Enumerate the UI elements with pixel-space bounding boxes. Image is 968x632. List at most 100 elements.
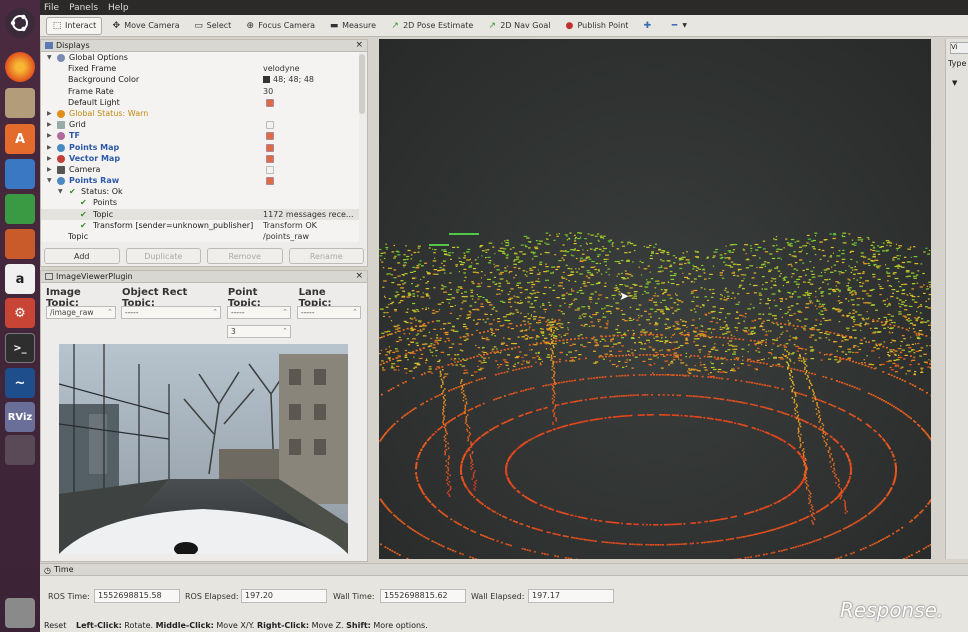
wall-elapsed-field[interactable]: 197.17 — [528, 589, 614, 603]
trash-icon[interactable] — [5, 598, 35, 628]
pose-arrow-icon: ↗ — [391, 20, 399, 31]
default-light-checkbox[interactable] — [266, 98, 274, 107]
rename-button[interactable]: Rename — [288, 248, 364, 264]
collapse-arrow-icon[interactable]: ▶ — [47, 142, 52, 153]
panel-title: Displays — [56, 41, 90, 50]
vector-map-checkbox[interactable] — [266, 154, 274, 163]
lane-topic-select[interactable]: ----- — [297, 306, 361, 319]
tool-select[interactable]: ▭ Select — [189, 17, 237, 35]
collapse-arrow-icon[interactable]: ▶ — [47, 119, 52, 130]
3d-view[interactable]: ➤ — [379, 39, 931, 559]
terminal-icon[interactable]: >_ — [5, 333, 35, 363]
ubuntu-logo-icon[interactable] — [5, 8, 35, 38]
watermark-logo: Response. — [840, 598, 944, 622]
tree-row-topic[interactable]: Topic /points_raw — [41, 231, 359, 242]
points-map-checkbox[interactable] — [266, 143, 274, 152]
tree-row-transform[interactable]: ✔ Transform [sender=unknown_publisher] T… — [41, 220, 359, 231]
impress-icon[interactable] — [5, 229, 35, 259]
settings-icon[interactable]: ⚙ — [5, 298, 35, 328]
color-swatch[interactable] — [263, 76, 270, 84]
tree-row-global-status[interactable]: ▶ Global Status: Warn — [41, 108, 359, 119]
tool-publish-point[interactable]: ● Publish Point — [559, 17, 633, 35]
camera-checkbox[interactable] — [266, 165, 274, 174]
writer-icon[interactable] — [5, 159, 35, 189]
remove-button[interactable]: Remove — [207, 248, 283, 264]
system-monitor-icon[interactable]: ~ — [5, 368, 35, 398]
menu-file[interactable]: File — [44, 3, 59, 13]
tree-row-grid[interactable]: ▶ Grid — [41, 119, 359, 130]
tree-row-camera[interactable]: ▶ Camera — [41, 164, 359, 175]
duplicate-button[interactable]: Duplicate — [125, 248, 201, 264]
image-viewer-title-bar: ImageViewerPlugin × — [41, 271, 367, 283]
close-icon[interactable]: × — [355, 40, 363, 50]
point-cloud — [379, 232, 931, 559]
tree-row-topic-status[interactable]: ✔ Topic 1172 messages rece... — [41, 208, 359, 220]
focus-icon: ⊕ — [246, 20, 255, 31]
tool-2d-pose-estimate[interactable]: ↗ 2D Pose Estimate — [385, 17, 478, 35]
tool-move-camera[interactable]: ✥ Move Camera — [106, 17, 184, 35]
minus-icon: ━ — [671, 20, 678, 31]
camera-image — [59, 344, 348, 554]
collapse-arrow-icon[interactable]: ▶ — [47, 153, 52, 164]
object-rect-topic-select[interactable]: ----- — [121, 306, 221, 319]
views-tab[interactable]: Vi — [950, 42, 968, 54]
wall-time-field[interactable]: 1552698815.62 — [380, 589, 466, 603]
status-bar: Reset Left-Click: Rotate. Middle-Click: … — [40, 619, 968, 632]
launcher-bar: A a ⚙ >_ ~ RViz — [0, 0, 40, 632]
rviz-icon[interactable]: RViz — [5, 402, 35, 432]
grid-checkbox[interactable] — [266, 121, 274, 130]
add-button[interactable]: Add — [44, 248, 120, 264]
tree-row-status-ok[interactable]: ▼ ✔ Status: Ok — [41, 186, 359, 197]
collapse-arrow-icon[interactable]: ▶ — [47, 164, 52, 175]
tool-focus-camera[interactable]: ⊕ Focus Camera — [240, 17, 320, 35]
workspace-icon[interactable] — [5, 435, 35, 465]
displays-icon — [45, 42, 53, 49]
tree-row-vector-map[interactable]: ▶ Vector Map — [41, 153, 359, 164]
type-label: Type — [948, 59, 967, 68]
tree-row-tf[interactable]: ▶ TF — [41, 130, 359, 141]
add-tool-button[interactable]: ✚ — [637, 17, 660, 35]
software-center-icon[interactable]: A — [5, 124, 35, 154]
time-title-bar: ◷ Time — [40, 564, 968, 576]
expand-arrow-icon[interactable]: ▼ — [47, 175, 52, 186]
tool-2d-nav-goal[interactable]: ↗ 2D Nav Goal — [482, 17, 555, 35]
close-icon[interactable]: × — [355, 271, 363, 281]
tree-row-background-color[interactable]: Background Color 48; 48; 48 — [41, 74, 359, 85]
chevron-down-icon: ▼ — [682, 22, 688, 29]
remove-tool-button[interactable]: ━ ▼ — [664, 17, 692, 35]
wall-time-label: Wall Time: — [333, 592, 375, 601]
reset-button[interactable]: Reset — [44, 619, 66, 632]
amazon-icon[interactable]: a — [5, 264, 35, 294]
tree-row-frame-rate[interactable]: Frame Rate 30 — [41, 86, 359, 97]
tree-row-global-options[interactable]: ▼ Global Options — [41, 52, 359, 63]
tree-scrollbar[interactable] — [359, 54, 365, 114]
image-viewer-panel: ImageViewerPlugin × Image Topic: Object … — [40, 270, 368, 562]
tool-interact[interactable]: ⬚ Interact — [46, 16, 103, 35]
image-topic-select[interactable]: /image_raw — [46, 306, 116, 319]
tree-row-points-map[interactable]: ▶ Points Map — [41, 142, 359, 153]
tree-row-fixed-frame[interactable]: Fixed Frame velodyne — [41, 63, 359, 74]
expand-arrow-icon[interactable]: ▼ — [58, 186, 63, 197]
ros-elapsed-field[interactable]: 197.20 — [241, 589, 327, 603]
chevron-down-icon[interactable]: ▼ — [952, 79, 957, 87]
points-raw-checkbox[interactable] — [266, 177, 274, 186]
files-icon[interactable] — [5, 88, 35, 118]
tree-row-points-raw[interactable]: ▼ Points Raw — [41, 175, 359, 186]
tree-row-default-light[interactable]: Default Light — [41, 97, 359, 108]
collapse-arrow-icon[interactable]: ▶ — [47, 108, 52, 119]
menu-help[interactable]: Help — [108, 3, 129, 13]
plus-icon: ✚ — [643, 20, 652, 31]
mouse-cursor-icon: ➤ — [619, 289, 630, 303]
point-topic-select[interactable]: ----- — [227, 306, 291, 319]
tool-measure[interactable]: ▬ Measure — [324, 17, 381, 35]
firefox-icon[interactable] — [5, 52, 35, 82]
expand-arrow-icon[interactable]: ▼ — [47, 52, 52, 63]
calc-icon[interactable] — [5, 194, 35, 224]
point-size-spinbox[interactable]: 3 — [227, 325, 291, 338]
menu-panels[interactable]: Panels — [69, 3, 98, 13]
collapse-arrow-icon[interactable]: ▶ — [47, 130, 52, 141]
tree-row-points[interactable]: ✔ Points — [41, 197, 359, 208]
ros-time-field[interactable]: 1552698815.58 — [94, 589, 180, 603]
status-text: Left-Click: Rotate. Middle-Click: Move X… — [76, 621, 428, 630]
tf-checkbox[interactable] — [266, 132, 274, 141]
